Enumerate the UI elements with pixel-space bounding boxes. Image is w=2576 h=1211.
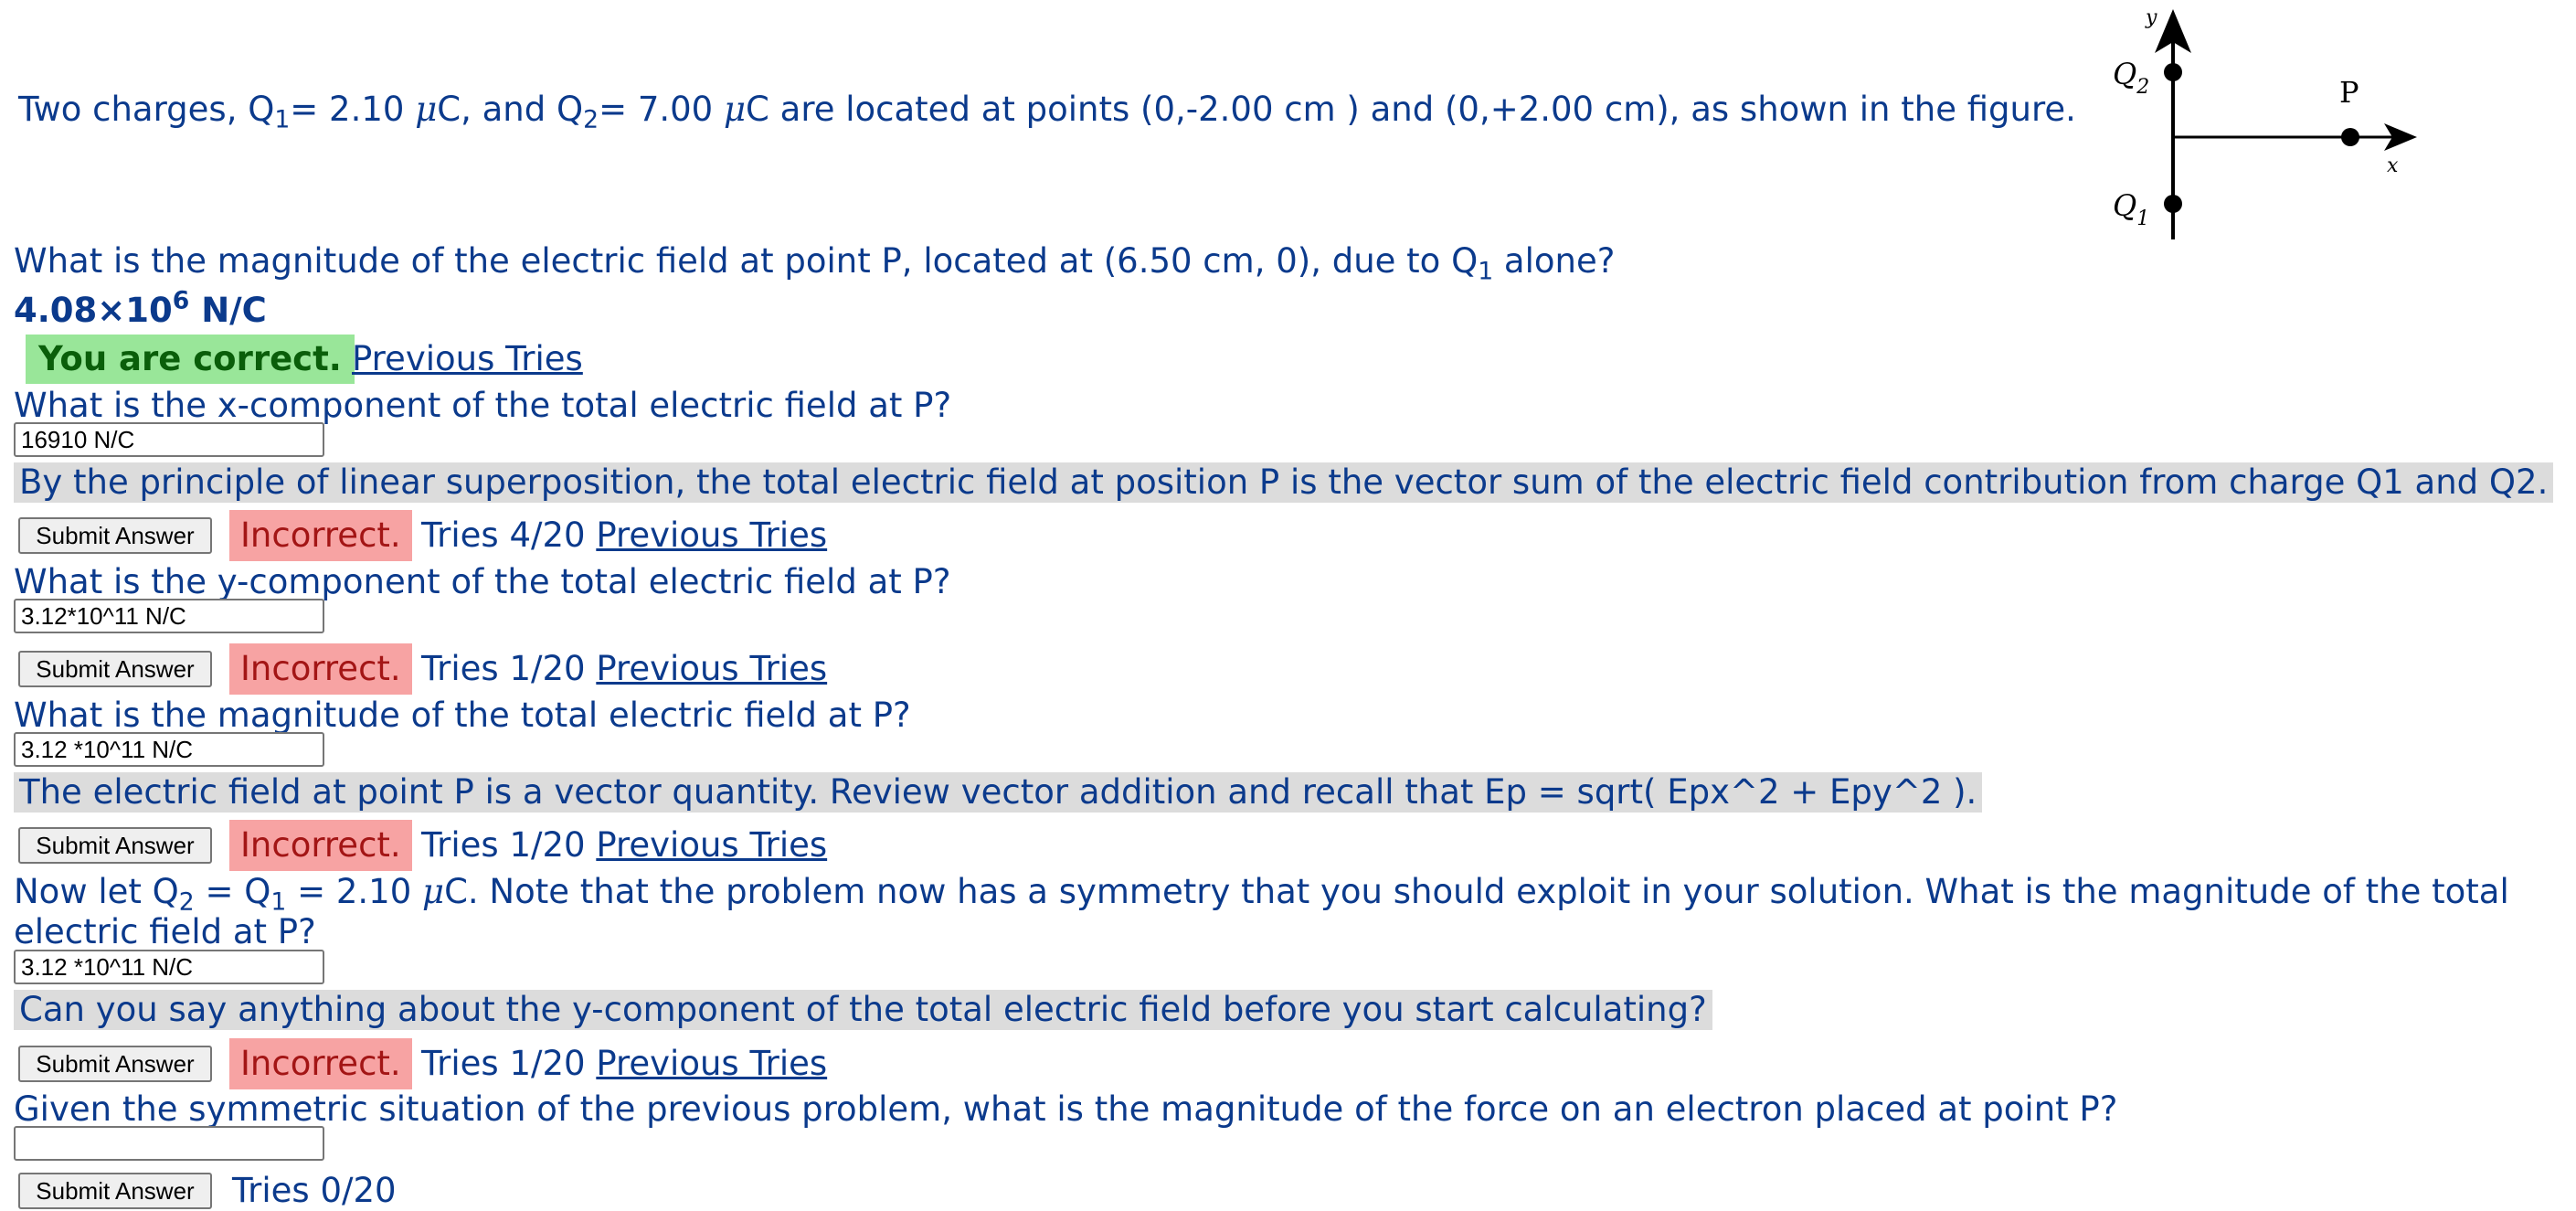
question-6: Given the symmetric situation of the pre… bbox=[14, 1089, 2118, 1129]
incorrect-badge: Incorrect. bbox=[229, 1038, 412, 1089]
question-5: Now let Q2 = Q1 = 2.10 μC. Note that the… bbox=[14, 872, 2509, 914]
previous-tries-link[interactable]: Previous Tries bbox=[596, 649, 827, 688]
magnitude-input[interactable] bbox=[14, 732, 324, 767]
q2-figure-label: Q2 bbox=[2113, 57, 2149, 99]
x-axis-label: x bbox=[2387, 154, 2399, 177]
question-5-text-a: Now let Q bbox=[14, 872, 179, 911]
incorrect-badge: Incorrect. bbox=[229, 510, 412, 561]
tries-status: Tries 1/20 Previous Tries bbox=[421, 1044, 827, 1084]
submit-answer-button[interactable]: Submit Answer bbox=[18, 1173, 212, 1209]
intro-text-a: Two charges, Q bbox=[18, 90, 275, 129]
tries-count: Tries 4/20 bbox=[421, 515, 586, 555]
question-1-answer: 4.08×106 N/C bbox=[14, 289, 267, 331]
y-axis-label: y bbox=[2145, 6, 2157, 29]
question-5-text-b: = Q bbox=[194, 872, 271, 911]
answer-base: 4.08×10 bbox=[14, 291, 173, 330]
tries-status: Tries 1/20 Previous Tries bbox=[421, 649, 827, 689]
hint-vector-addition: The electric field at point P is a vecto… bbox=[14, 772, 1983, 813]
question-3: What is the y-component of the total ele… bbox=[14, 562, 951, 601]
submit-answer-button[interactable]: Submit Answer bbox=[18, 827, 212, 864]
submit-answer-button[interactable]: Submit Answer bbox=[18, 517, 212, 554]
q1-figure-label: Q1 bbox=[2113, 188, 2149, 230]
hint-superposition: By the principle of linear superposition… bbox=[14, 462, 2554, 503]
tries-count: Tries 1/20 bbox=[421, 825, 586, 865]
previous-tries-link[interactable]: Previous Tries bbox=[596, 825, 827, 865]
hint-y-component: Can you say anything about the y-compone… bbox=[14, 990, 1712, 1030]
intro-text-b: = 2.10 bbox=[290, 90, 416, 129]
question-5-text-c: = 2.10 bbox=[286, 872, 423, 911]
force-input[interactable] bbox=[14, 1126, 324, 1161]
tries-status: Tries 0/20 bbox=[232, 1171, 397, 1211]
previous-tries-link[interactable]: Previous Tries bbox=[596, 1044, 827, 1083]
question-1: What is the magnitude of the electric fi… bbox=[14, 241, 1616, 286]
tries-count: Tries 1/20 bbox=[421, 649, 586, 688]
question-1-subscript: 1 bbox=[1478, 257, 1494, 286]
previous-tries-link[interactable]: Previous Tries bbox=[596, 515, 827, 555]
question-1-text-end: alone? bbox=[1493, 241, 1616, 281]
question-1-text: What is the magnitude of the electric fi… bbox=[14, 241, 1479, 281]
previous-tries-link[interactable]: Previous Tries bbox=[352, 339, 583, 378]
intro-text-d: = 7.00 bbox=[599, 90, 724, 129]
intro-text-c: C, and Q bbox=[437, 90, 584, 129]
q2-subscript: 2 bbox=[583, 105, 599, 134]
tries-status: Tries 4/20 Previous Tries bbox=[421, 515, 827, 556]
answer-unit: N/C bbox=[189, 291, 267, 330]
charge-figure: y x Q2 Q1 P bbox=[2113, 6, 2417, 239]
charge-q2-dot bbox=[2164, 63, 2182, 81]
p-figure-label: P bbox=[2339, 75, 2359, 110]
question-5-line2: electric field at P? bbox=[14, 912, 316, 951]
answer-exponent: 6 bbox=[172, 286, 190, 315]
submit-answer-button[interactable]: Submit Answer bbox=[18, 1046, 212, 1082]
point-p-dot bbox=[2341, 128, 2359, 146]
intro-text-e: C are located at points (0,-2.00 cm ) an… bbox=[746, 90, 2076, 129]
question-4: What is the magnitude of the total elect… bbox=[14, 696, 911, 735]
incorrect-badge: Incorrect. bbox=[229, 643, 412, 695]
q1-subscript: 1 bbox=[274, 105, 291, 134]
mu-symbol: μ bbox=[724, 90, 747, 129]
problem-intro: Two charges, Q1= 2.10 μC, and Q2= 7.00 μ… bbox=[18, 90, 2076, 134]
charge-q1-dot bbox=[2164, 195, 2182, 213]
submit-answer-button[interactable]: Submit Answer bbox=[18, 651, 212, 687]
mu-symbol: μ bbox=[415, 90, 438, 129]
tries-count: Tries 1/20 bbox=[421, 1044, 586, 1083]
question-5-text-d: C. Note that the problem now has a symme… bbox=[444, 872, 2509, 911]
symmetric-magnitude-input[interactable] bbox=[14, 950, 324, 984]
tries-count: Tries 0/20 bbox=[232, 1171, 397, 1210]
tries-status: Tries 1/20 Previous Tries bbox=[421, 825, 827, 866]
x-component-input[interactable] bbox=[14, 422, 324, 457]
question-2: What is the x-component of the total ele… bbox=[14, 386, 952, 425]
incorrect-badge: Incorrect. bbox=[229, 820, 412, 871]
y-component-input[interactable] bbox=[14, 599, 324, 633]
correct-badge: You are correct. bbox=[26, 335, 355, 384]
mu-symbol: μ bbox=[422, 872, 445, 911]
